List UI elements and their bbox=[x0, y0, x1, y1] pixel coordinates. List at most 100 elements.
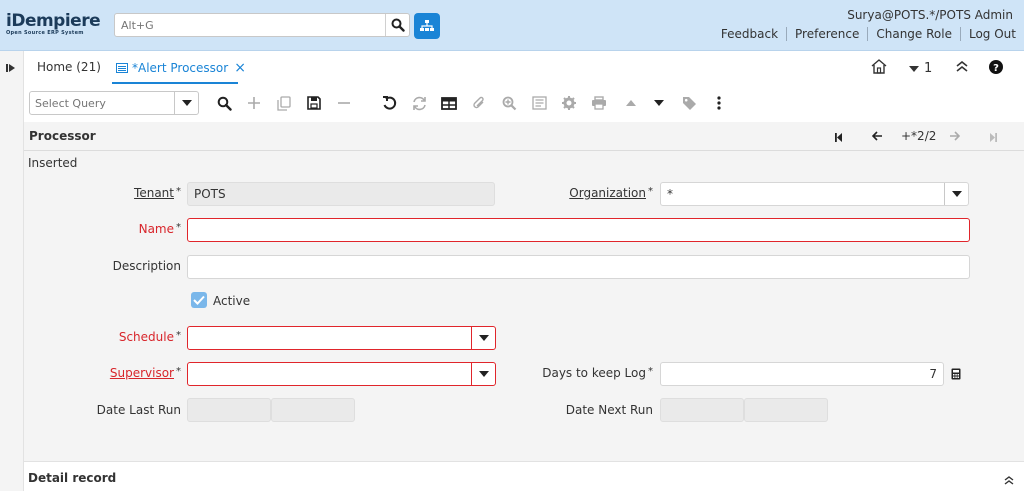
help-button[interactable]: ? bbox=[989, 60, 1003, 74]
zoom-across-button[interactable] bbox=[499, 93, 519, 113]
record-status: Inserted bbox=[28, 156, 78, 170]
last-record-button[interactable] bbox=[989, 131, 997, 145]
date-last-run-time bbox=[271, 398, 355, 422]
schedule-label-text: Schedule bbox=[118, 330, 174, 344]
toggle-grid-button[interactable] bbox=[439, 93, 459, 113]
checkmark-icon bbox=[193, 295, 205, 305]
global-search[interactable] bbox=[114, 13, 410, 37]
required-marker: * bbox=[176, 366, 181, 377]
first-record-button[interactable] bbox=[835, 131, 843, 145]
required-marker: * bbox=[176, 222, 181, 233]
global-search-input[interactable] bbox=[115, 14, 377, 36]
label-button[interactable] bbox=[679, 93, 699, 113]
report-icon bbox=[531, 96, 547, 110]
tab-alert-processor[interactable]: *Alert Processor × bbox=[116, 60, 246, 76]
date-last-run-label: Date Last Run bbox=[96, 403, 181, 417]
processor-form: Inserted Tenant * POTS Organization * * Na… bbox=[24, 151, 1024, 461]
calculator-icon bbox=[951, 368, 961, 380]
organization-label[interactable]: Organization * bbox=[569, 186, 653, 200]
logout-link[interactable]: Log Out bbox=[961, 27, 1016, 41]
search-icon bbox=[217, 96, 232, 111]
tab-home[interactable]: Home (21) bbox=[37, 60, 101, 74]
collapse-detail-button[interactable] bbox=[1004, 474, 1014, 488]
caret-down-icon bbox=[478, 371, 489, 377]
organization-dropdown[interactable] bbox=[944, 183, 968, 205]
caret-down-icon bbox=[181, 100, 192, 106]
home-button[interactable] bbox=[871, 59, 887, 74]
calculator-button[interactable] bbox=[951, 368, 961, 383]
previous-record-button[interactable] bbox=[871, 130, 883, 144]
new-record-button[interactable] bbox=[244, 93, 264, 113]
refresh-button[interactable] bbox=[409, 93, 429, 113]
window-tabbar: Home (21) *Alert Processor × 1 ? bbox=[24, 51, 1024, 84]
feedback-link[interactable]: Feedback bbox=[713, 27, 788, 41]
gear-icon bbox=[562, 96, 576, 110]
tag-icon bbox=[682, 96, 696, 110]
processor-panel-header: Processor +*2/2 bbox=[24, 122, 1024, 151]
change-role-link[interactable]: Change Role bbox=[868, 27, 961, 41]
undo-icon bbox=[382, 95, 396, 110]
user-role-label: Surya@POTS.*/POTS Admin bbox=[847, 8, 1013, 22]
preference-link[interactable]: Preference bbox=[787, 27, 869, 41]
logo-text: iDempiere bbox=[6, 11, 101, 31]
search-button[interactable] bbox=[385, 14, 409, 36]
refresh-icon bbox=[412, 96, 426, 110]
process-button[interactable] bbox=[559, 93, 579, 113]
more-options-button[interactable] bbox=[709, 93, 729, 113]
schedule-dropdown[interactable] bbox=[471, 327, 495, 349]
supervisor-label[interactable]: Supervisor * bbox=[110, 366, 181, 380]
close-tab-icon[interactable]: × bbox=[234, 60, 246, 76]
detail-record-title: Detail record bbox=[28, 471, 117, 485]
save-button[interactable] bbox=[304, 93, 324, 113]
print-button[interactable] bbox=[589, 93, 609, 113]
idempiere-logo[interactable]: iDempiere Open Source ERP System bbox=[6, 12, 110, 36]
supervisor-field[interactable] bbox=[187, 362, 496, 386]
organization-field[interactable]: * bbox=[660, 182, 969, 206]
last-record-icon bbox=[990, 133, 997, 142]
select-query-dropdown[interactable] bbox=[174, 92, 198, 114]
select-query[interactable] bbox=[29, 91, 199, 115]
next-tab-button[interactable] bbox=[649, 93, 669, 113]
tenant-label[interactable]: Tenant * bbox=[134, 186, 181, 200]
days-to-keep-log-label: Days to keep Log * bbox=[542, 366, 653, 380]
next-record-button[interactable] bbox=[949, 130, 961, 144]
menu-tree-button[interactable] bbox=[414, 13, 440, 39]
west-panel-collapsed bbox=[0, 51, 24, 491]
help-icon: ? bbox=[989, 60, 1003, 74]
supervisor-dropdown[interactable] bbox=[471, 363, 495, 385]
printer-icon bbox=[592, 96, 606, 110]
collapse-header-button[interactable] bbox=[956, 61, 968, 72]
panel-title: Processor bbox=[29, 129, 96, 143]
expand-west-toggle[interactable] bbox=[6, 62, 16, 76]
window-switcher[interactable]: 1 bbox=[909, 61, 932, 76]
select-query-input[interactable] bbox=[30, 92, 170, 114]
arrow-right-icon bbox=[950, 131, 961, 141]
date-last-run-date bbox=[187, 398, 271, 422]
expand-panel-icon bbox=[6, 64, 15, 72]
window-toolbar bbox=[24, 84, 1024, 122]
active-label[interactable]: Active bbox=[213, 294, 250, 308]
required-marker: * bbox=[176, 186, 181, 197]
tab-alert-processor-label: *Alert Processor bbox=[132, 61, 229, 75]
plus-icon bbox=[248, 97, 260, 109]
minus-icon bbox=[338, 102, 350, 104]
delete-record-button[interactable] bbox=[334, 93, 354, 113]
days-to-keep-log-label-text: Days to keep Log bbox=[542, 366, 646, 380]
name-label-text: Name bbox=[138, 222, 174, 236]
tenant-field: POTS bbox=[187, 182, 495, 206]
search-icon bbox=[391, 18, 405, 32]
previous-tab-button[interactable] bbox=[621, 93, 641, 113]
name-field[interactable] bbox=[187, 218, 970, 242]
paperclip-icon bbox=[473, 96, 484, 108]
description-field[interactable] bbox=[187, 255, 970, 279]
schedule-field[interactable] bbox=[187, 326, 496, 350]
undo-button[interactable] bbox=[379, 93, 399, 113]
attachment-button[interactable] bbox=[469, 93, 489, 113]
find-button[interactable] bbox=[214, 93, 234, 113]
days-to-keep-log-field[interactable]: 7 bbox=[660, 362, 944, 386]
report-button[interactable] bbox=[529, 93, 549, 113]
double-chevron-up-icon bbox=[1004, 476, 1014, 485]
active-checkbox[interactable] bbox=[191, 292, 207, 308]
copy-record-button[interactable] bbox=[274, 93, 294, 113]
more-vertical-icon bbox=[717, 96, 721, 110]
